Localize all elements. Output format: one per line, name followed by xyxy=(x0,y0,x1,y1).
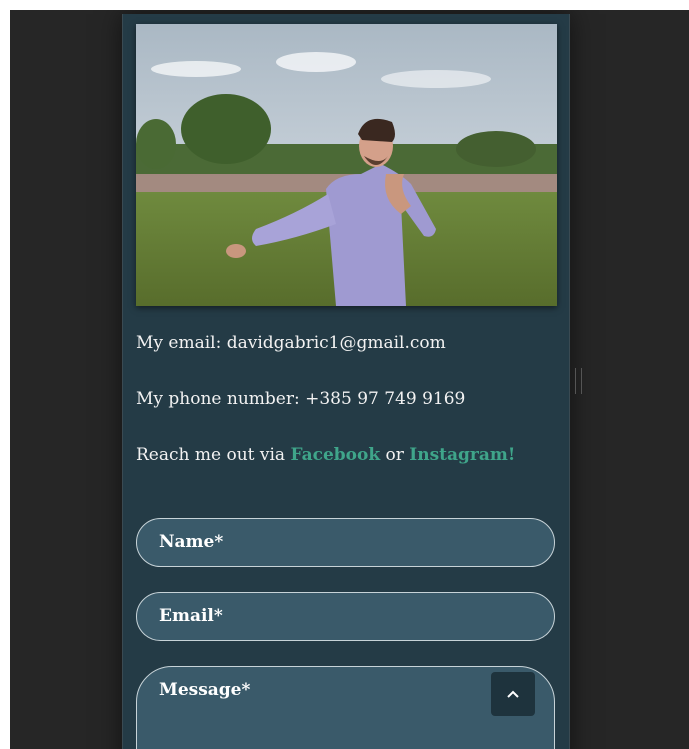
scroll-to-top-button[interactable] xyxy=(491,672,535,716)
email-placeholder: Email* xyxy=(159,606,223,626)
profile-photo xyxy=(136,24,557,306)
browser-viewport: My email: davidgabric1@gmail.com My phon… xyxy=(10,10,689,749)
chevron-up-icon xyxy=(507,690,519,698)
phone-text: My phone number: +385 97 749 9169 xyxy=(136,389,466,409)
facebook-link[interactable]: Facebook xyxy=(290,445,380,465)
name-field[interactable]: Name* xyxy=(136,518,555,567)
social-or: or xyxy=(380,445,410,465)
name-placeholder: Name* xyxy=(159,532,224,552)
message-placeholder: Message* xyxy=(159,680,251,700)
social-text: Reach me out via Facebook or Instagram! xyxy=(136,444,515,466)
drag-handle-icon[interactable] xyxy=(575,368,582,394)
email-field[interactable]: Email* xyxy=(136,592,555,641)
social-prefix: Reach me out via xyxy=(136,445,291,465)
contact-card: My email: davidgabric1@gmail.com My phon… xyxy=(122,14,570,749)
instagram-link[interactable]: Instagram! xyxy=(409,445,515,465)
email-text: My email: davidgabric1@gmail.com xyxy=(136,333,446,353)
